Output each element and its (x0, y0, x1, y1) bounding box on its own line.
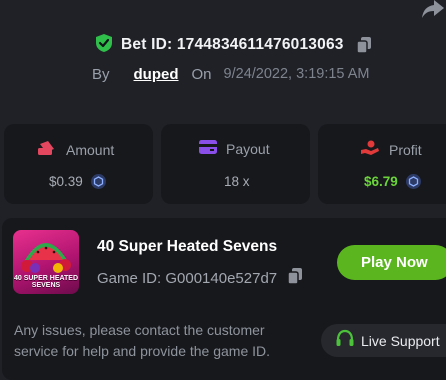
shield-check-icon (95, 33, 113, 58)
bet-date: 9/24/2022, 3:19:15 AM (223, 66, 370, 82)
profit-icon (360, 140, 380, 159)
by-label: By (92, 65, 110, 83)
bet-id-row: Bet ID: 1744834611476013063 (95, 33, 372, 58)
payout-value: 18 x (224, 174, 250, 189)
payout-icon (199, 140, 217, 157)
game-id-text: Game ID: G000140e527d7 (97, 269, 278, 287)
profit-card: Profit $6.79 (318, 124, 446, 204)
profit-label: Profit (389, 141, 422, 158)
play-now-button[interactable]: Play Now (337, 245, 446, 280)
game-id-row: Game ID: G000140e527d7 (97, 267, 303, 289)
copy-icon[interactable] (287, 267, 303, 289)
share-icon[interactable] (420, 0, 446, 22)
amount-card: Amount $0.39 (4, 124, 153, 204)
amount-icon (37, 140, 57, 159)
bet-id-text: Bet ID: 1744834611476013063 (121, 36, 344, 53)
coin-icon (90, 174, 106, 189)
amount-label: Amount (66, 141, 115, 158)
payout-card: Payout 18 x (161, 124, 310, 204)
coin-icon (405, 174, 421, 189)
copy-icon[interactable] (355, 36, 372, 54)
username-link[interactable]: duped (134, 66, 179, 83)
live-support-button[interactable]: Live Support (321, 324, 446, 357)
profit-value: $6.79 (364, 174, 398, 189)
on-label: On (191, 65, 212, 83)
live-support-label: Live Support (361, 332, 440, 349)
support-info-text: Any issues, please contact the customer … (14, 322, 271, 359)
payout-label: Payout (226, 140, 270, 157)
amount-value: $0.39 (49, 174, 83, 189)
game-thumbnail-text: 40 SUPER HEATED SEVENS (13, 275, 79, 289)
game-title: 40 Super Heated Sevens (97, 238, 278, 255)
headset-icon (335, 329, 355, 352)
bet-meta-row: By duped On 9/24/2022, 3:19:15 AM (92, 64, 369, 84)
game-thumbnail[interactable]: 40 SUPER HEATED SEVENS (13, 230, 79, 294)
